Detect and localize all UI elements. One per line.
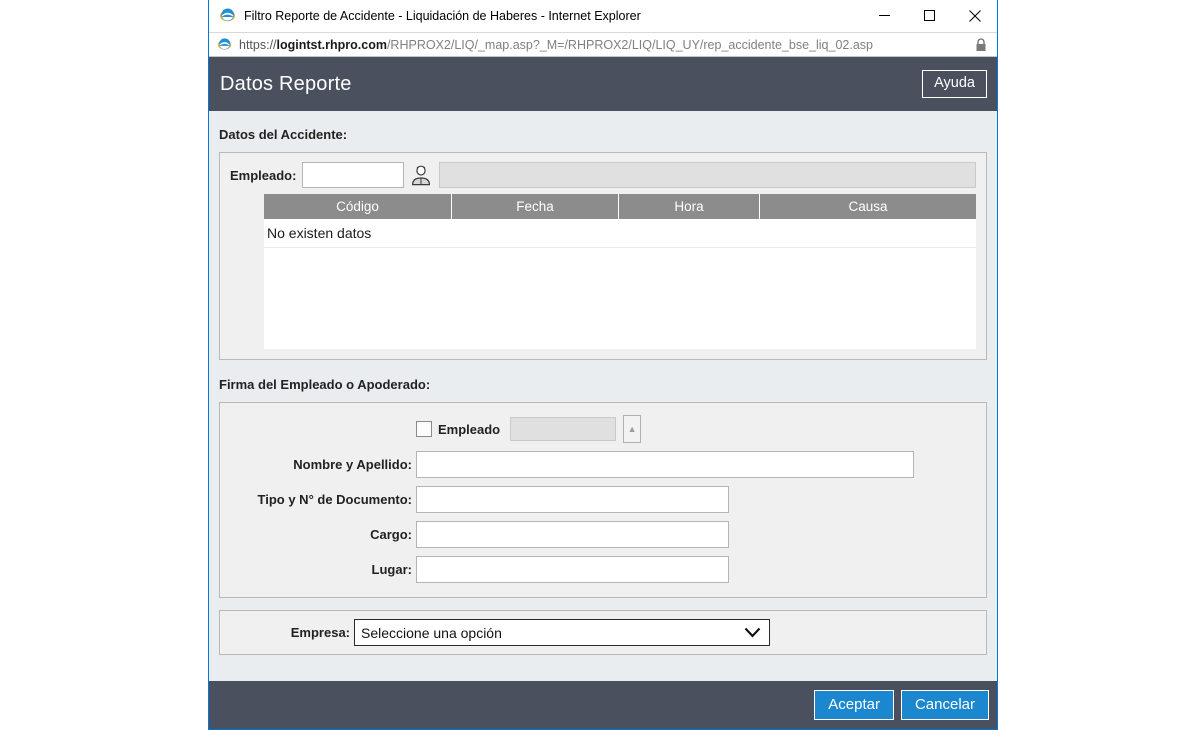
lugar-input[interactable] [416,556,729,583]
grid-body: No existen datos [264,219,976,349]
person-picker-icon[interactable] [409,163,433,187]
grid-column-hora[interactable]: Hora [619,194,760,219]
title-bar: Filtro Reporte de Accidente - Liquidació… [209,0,997,32]
employee-name-readonly [439,162,976,188]
chevron-down-icon [744,625,761,641]
url-host: logintst.rhpro.com [276,37,387,52]
field-row-cargo: Cargo: [220,521,986,548]
internet-explorer-icon [219,7,236,24]
accident-panel: Empleado: Código Fecha Hora Causa No exi… [219,152,987,360]
url-path: /RHPROX2/LIQ/_map.asp?_M=/RHPROX2/LIQ/LI… [386,37,873,52]
maximize-icon[interactable] [907,0,952,31]
signature-panel: Empleado ▲ Nombre y Apellido: Tipo y N° … [219,402,987,598]
signature-employee-row: Empleado ▲ [220,415,986,443]
url-scheme: https:// [239,37,277,52]
app-footer: Aceptar Cancelar [209,681,997,729]
employee-row: Empleado: [220,153,986,192]
lugar-label: Lugar: [371,562,412,577]
nombre-input[interactable] [416,451,914,478]
grid-column-causa[interactable]: Causa [760,194,976,219]
cancel-button[interactable]: Cancelar [900,690,989,720]
documento-label: Tipo y N° de Documento: [257,492,412,507]
nombre-label: Nombre y Apellido: [293,457,412,472]
grid-column-fecha[interactable]: Fecha [452,194,619,219]
accident-grid: Código Fecha Hora Causa No existen datos [264,194,976,349]
lock-icon [975,37,987,52]
help-button[interactable]: Ayuda [922,70,987,98]
window-title: Filtro Reporte de Accidente - Liquidació… [244,8,641,23]
accident-section-label: Datos del Accidente: [219,127,348,142]
employee-label: Empleado: [230,167,297,183]
employee-checkbox[interactable] [416,421,432,437]
address-url[interactable]: https://logintst.rhpro.com/RHPROX2/LIQ/_… [239,38,975,52]
browser-window: Filtro Reporte de Accidente - Liquidació… [208,0,998,730]
employee-checkbox-label: Empleado [438,421,501,437]
company-select[interactable]: Seleccione una opción [354,619,770,646]
app-header: Datos Reporte Ayuda [209,57,997,111]
grid-column-codigo[interactable]: Código [264,194,452,219]
field-row-nombre: Nombre y Apellido: [220,451,986,478]
page-title: Datos Reporte [220,72,352,95]
broken-image-icon[interactable]: ▲ [623,415,642,443]
internet-explorer-icon [217,37,232,52]
close-icon[interactable] [952,0,997,31]
accept-button[interactable]: Aceptar [814,690,894,720]
grid-empty-message: No existen datos [264,219,976,248]
field-row-documento: Tipo y N° de Documento: [220,486,986,513]
company-panel: Empresa: Seleccione una opción [219,610,987,655]
form-scroll-area: Datos del Accidente: Empleado: Código Fe… [209,111,997,681]
app-body: Datos Reporte Ayuda Datos del Accidente:… [209,57,997,729]
company-label: Empresa: [290,625,350,640]
window-controls [862,0,997,31]
signature-section-label: Firma del Empleado o Apoderado: [219,377,431,392]
address-bar[interactable]: https://logintst.rhpro.com/RHPROX2/LIQ/_… [209,32,997,57]
field-row-lugar: Lugar: [220,556,986,583]
employee-code-input[interactable] [302,162,405,188]
cargo-input[interactable] [416,521,729,548]
minimize-icon[interactable] [862,0,907,31]
signature-employee-readonly [510,417,617,441]
documento-input[interactable] [416,486,729,513]
cargo-label: Cargo: [370,527,412,542]
company-selected-value: Seleccione una opción [361,624,502,641]
grid-header-row: Código Fecha Hora Causa [264,194,976,219]
